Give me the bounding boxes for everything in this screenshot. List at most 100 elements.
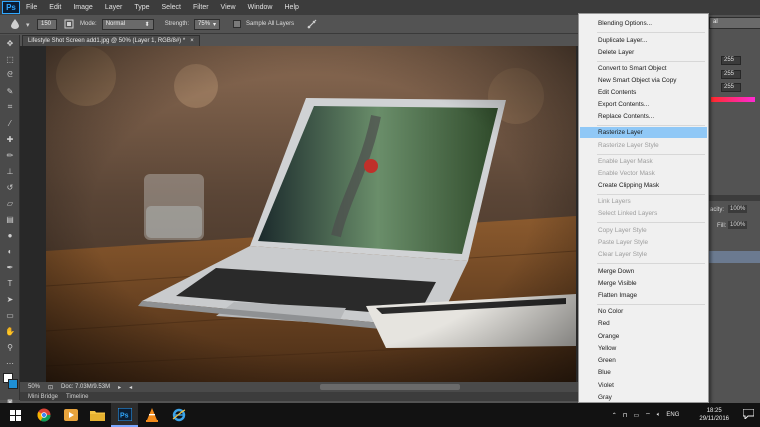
scroll-left-icon[interactable]: ◂ bbox=[129, 384, 132, 391]
gradient-tool-icon[interactable]: ▤ bbox=[0, 211, 20, 227]
battery-icon[interactable]: ▭ bbox=[633, 412, 639, 419]
color-ramp[interactable] bbox=[711, 97, 755, 102]
menu-item-blue[interactable]: Blue bbox=[580, 367, 707, 378]
status-menu-arrow-icon[interactable]: ▸ bbox=[118, 384, 121, 391]
hand-tool-icon[interactable]: ✋ bbox=[0, 323, 20, 339]
tray-chevron-up-icon[interactable]: ⌃ bbox=[612, 412, 617, 419]
windows-start-icon[interactable] bbox=[0, 403, 30, 427]
edit-toolbar-icon[interactable]: ⋯ bbox=[0, 355, 20, 371]
document-image[interactable] bbox=[46, 46, 576, 382]
menu-item-yellow[interactable]: Yellow bbox=[580, 343, 707, 354]
clock[interactable]: 18:25 29/11/2016 bbox=[699, 407, 729, 423]
tab-timeline[interactable]: Timeline bbox=[66, 394, 88, 400]
history-brush-tool-icon[interactable]: ↺ bbox=[0, 179, 20, 195]
tab-mini-bridge[interactable]: Mini Bridge bbox=[28, 394, 58, 400]
eyedropper-tool-icon[interactable]: ⁄ bbox=[0, 115, 20, 131]
menu-item-replace-contents[interactable]: Replace Contents... bbox=[580, 111, 707, 122]
path-selection-tool-icon[interactable]: ➤ bbox=[0, 291, 20, 307]
menu-file[interactable]: File bbox=[20, 4, 43, 11]
menu-help[interactable]: Help bbox=[279, 4, 305, 11]
menu-view[interactable]: View bbox=[215, 4, 242, 11]
menu-layer[interactable]: Layer bbox=[99, 4, 129, 11]
crop-tool-icon[interactable]: ⌗ bbox=[0, 99, 20, 115]
opacity-value[interactable]: 100% bbox=[728, 205, 748, 213]
menu-item-create-clipping-mask[interactable]: Create Clipping Mask bbox=[580, 180, 707, 191]
menu-item-blending-options[interactable]: Blending Options... bbox=[580, 18, 707, 29]
fill-value[interactable]: 100% bbox=[728, 221, 748, 229]
close-icon[interactable]: × bbox=[190, 38, 194, 44]
document-tab[interactable]: Lifestyle Shot Screen add1.jpg @ 50% (La… bbox=[22, 35, 200, 46]
menu-item-red[interactable]: Red bbox=[580, 318, 707, 329]
menu-filter[interactable]: Filter bbox=[187, 4, 215, 11]
horizontal-scrollbar[interactable] bbox=[320, 384, 460, 390]
marquee-tool-icon[interactable]: ⬚ bbox=[0, 51, 20, 67]
menu-item-flatten-image[interactable]: Flatten Image bbox=[580, 290, 707, 301]
media-player-icon[interactable] bbox=[57, 403, 84, 427]
brush-tool-icon[interactable]: ✏ bbox=[0, 147, 20, 163]
menu-item-export-contents[interactable]: Export Contents... bbox=[580, 99, 707, 110]
type-tool-icon[interactable]: T bbox=[0, 275, 20, 291]
selected-layer-row[interactable] bbox=[709, 251, 760, 263]
menu-item-green[interactable]: Green bbox=[580, 355, 707, 366]
menu-item-delete-layer[interactable]: Delete Layer bbox=[580, 47, 707, 58]
network-icon[interactable]: ⊓ bbox=[623, 412, 628, 419]
brush-size-picker[interactable]: 150 bbox=[37, 18, 57, 30]
zoom-tool-icon[interactable]: ⚲ bbox=[0, 339, 20, 355]
dodge-tool-icon[interactable]: ◐ bbox=[0, 243, 20, 259]
menu-type[interactable]: Type bbox=[128, 4, 155, 11]
vlc-icon[interactable] bbox=[138, 403, 165, 427]
workspace-dropdown[interactable]: al bbox=[709, 17, 760, 29]
shape-tool-icon[interactable]: ▭ bbox=[0, 307, 20, 323]
menu-select[interactable]: Select bbox=[156, 4, 187, 11]
pressure-icon[interactable] bbox=[305, 18, 318, 31]
menu-item-new-smart-object-via-copy[interactable]: New Smart Object via Copy bbox=[580, 75, 707, 86]
clone-stamp-tool-icon[interactable]: ⊥ bbox=[0, 163, 20, 179]
zoom-level[interactable]: 50% bbox=[28, 384, 40, 390]
tools-panel: ✥ ⬚ ᘓ ✎ ⌗ ⁄ ✚ ✏ ⊥ ↺ ▱ ▤ ● ◐ ✒ T ➤ ▭ ✋ ⚲ … bbox=[0, 35, 20, 422]
strength-input[interactable]: 75% ▾ bbox=[194, 18, 221, 30]
action-center-icon[interactable] bbox=[742, 408, 755, 421]
menu-item-orange[interactable]: Orange bbox=[580, 331, 707, 342]
canvas-area[interactable] bbox=[20, 46, 590, 382]
color-swatches[interactable] bbox=[0, 371, 20, 393]
menu-item-duplicate-layer[interactable]: Duplicate Layer... bbox=[580, 35, 707, 46]
wifi-icon[interactable]: ⌔ bbox=[645, 411, 651, 419]
tool-preset-picker[interactable]: ▾ bbox=[26, 21, 32, 29]
menu-item-convert-to-smart-object[interactable]: Convert to Smart Object bbox=[580, 63, 707, 74]
document-info[interactable]: Doc: 7.03M/9.53M bbox=[61, 384, 110, 390]
layers-panel-header bbox=[709, 195, 760, 201]
brush-panel-icon[interactable] bbox=[62, 18, 75, 31]
photoshop-taskbar-icon[interactable]: Ps bbox=[111, 403, 138, 427]
menu-edit[interactable]: Edit bbox=[43, 4, 67, 11]
eraser-tool-icon[interactable]: ▱ bbox=[0, 195, 20, 211]
menu-item-merge-down[interactable]: Merge Down bbox=[580, 266, 707, 277]
mode-select[interactable]: Normal ⬍ bbox=[101, 18, 154, 30]
background-color-swatch[interactable] bbox=[8, 379, 18, 389]
menu-item-violet[interactable]: Violet bbox=[580, 380, 707, 391]
file-explorer-icon[interactable] bbox=[84, 403, 111, 427]
chrome-icon[interactable] bbox=[30, 403, 57, 427]
blur-tool-icon[interactable]: ● bbox=[0, 227, 20, 243]
color-field-g[interactable]: 255 bbox=[721, 70, 741, 79]
share-icon[interactable]: ⊡ bbox=[48, 384, 53, 391]
healing-brush-tool-icon[interactable]: ✚ bbox=[0, 131, 20, 147]
sample-all-layers-checkbox[interactable] bbox=[233, 20, 242, 28]
menu-item-merge-visible[interactable]: Merge Visible bbox=[580, 278, 707, 289]
menu-item-gray[interactable]: Gray bbox=[580, 392, 707, 403]
menu-image[interactable]: Image bbox=[67, 4, 98, 11]
volume-icon[interactable]: 🔈︎ bbox=[657, 412, 661, 419]
menu-item-edit-contents[interactable]: Edit Contents bbox=[580, 87, 707, 98]
laptop-photo bbox=[46, 46, 576, 382]
menu-item-rasterize-layer[interactable]: Rasterize Layer bbox=[580, 127, 707, 138]
drop-icon[interactable] bbox=[8, 18, 21, 31]
color-field-b[interactable]: 255 bbox=[721, 83, 741, 92]
color-field-r[interactable]: 255 bbox=[721, 56, 741, 65]
menu-item-no-color[interactable]: No Color bbox=[580, 306, 707, 317]
internet-explorer-icon[interactable] bbox=[165, 403, 192, 427]
quick-selection-tool-icon[interactable]: ✎ bbox=[0, 83, 20, 99]
menu-window[interactable]: Window bbox=[242, 4, 279, 11]
move-tool-icon[interactable]: ✥ bbox=[0, 35, 20, 51]
lasso-tool-icon[interactable]: ᘓ bbox=[0, 67, 20, 83]
language-indicator[interactable]: ENG bbox=[666, 412, 679, 418]
pen-tool-icon[interactable]: ✒ bbox=[0, 259, 20, 275]
